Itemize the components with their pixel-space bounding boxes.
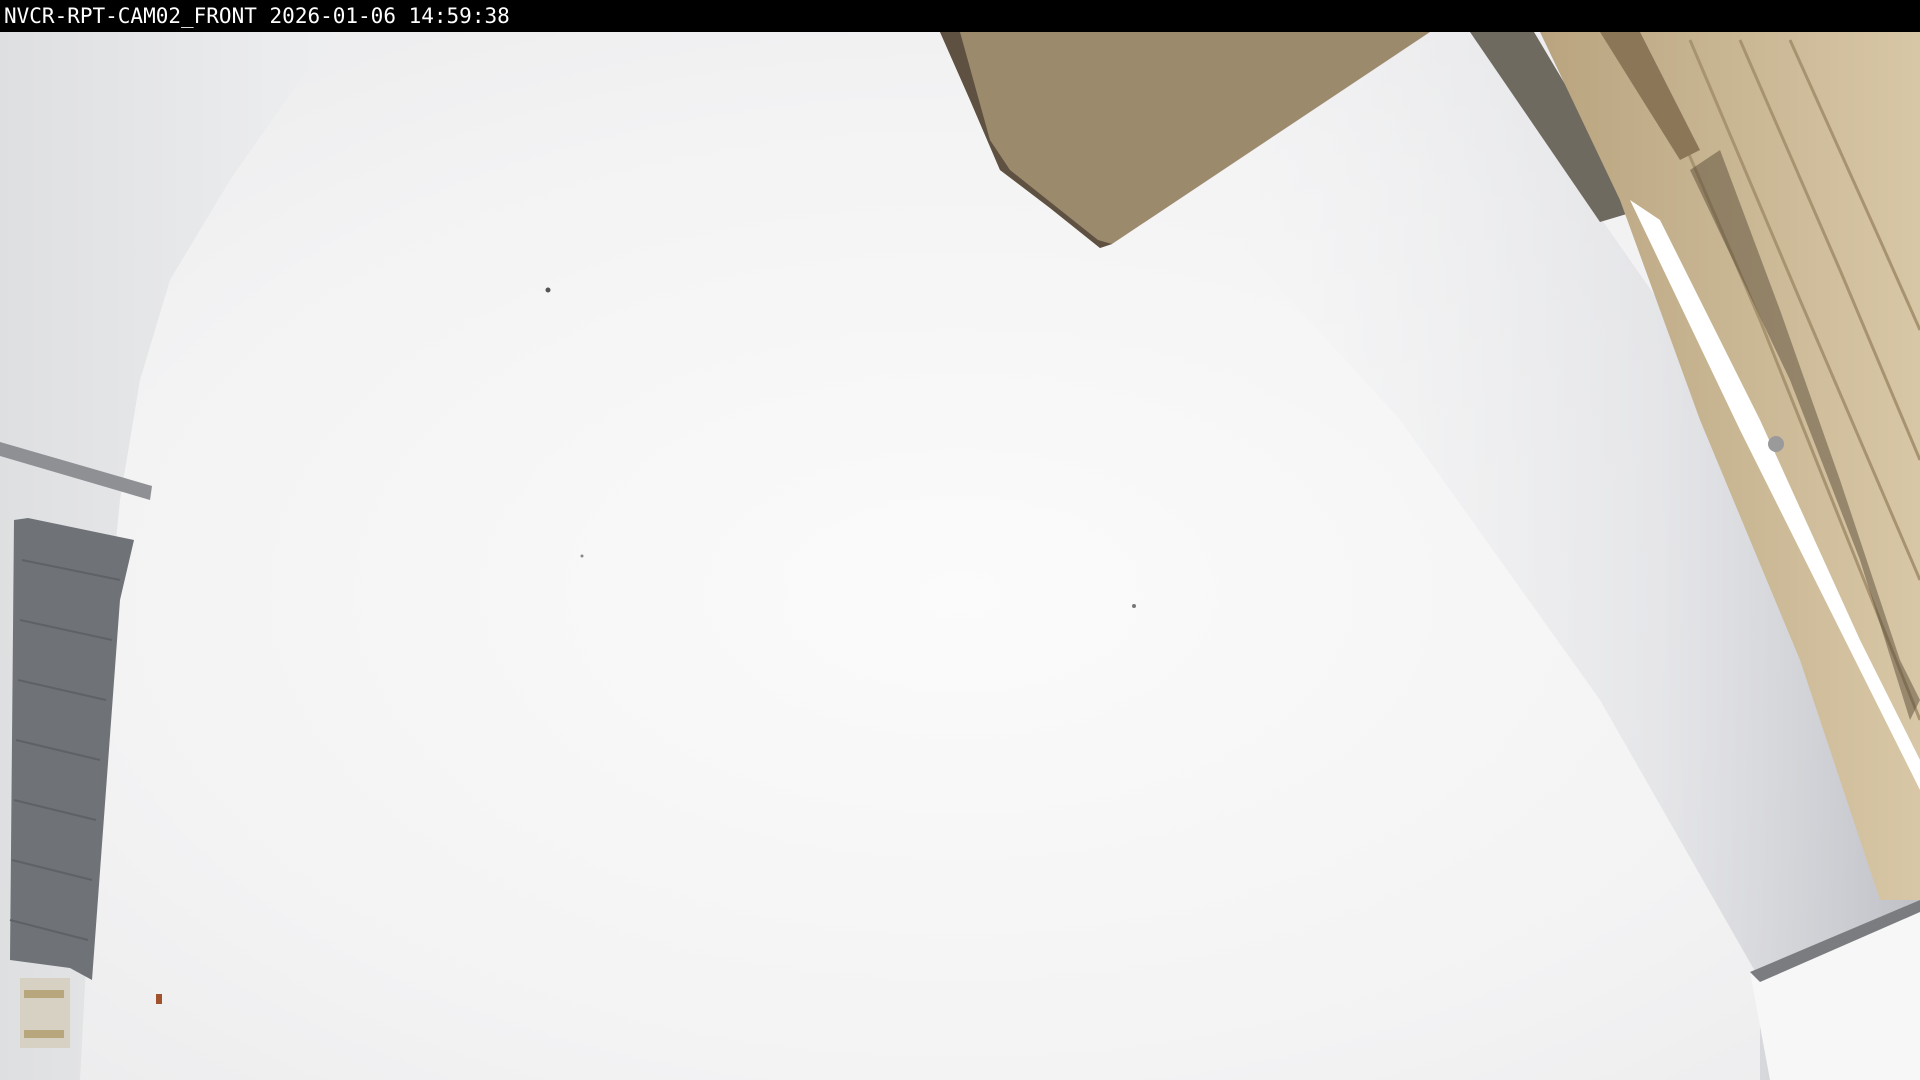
camera-feed-frame: NVCR-RPT-CAM02_FRONT 2026-01-06 14:59:38: [0, 0, 1920, 1080]
camera-osd-text: NVCR-RPT-CAM02_FRONT 2026-01-06 14:59:38: [4, 2, 510, 30]
camera-id-label: NVCR-RPT-CAM02_FRONT: [4, 4, 257, 28]
camera-osd-bar: NVCR-RPT-CAM02_FRONT 2026-01-06 14:59:38: [0, 0, 1920, 32]
camera-timestamp: 2026-01-06 14:59:38: [269, 4, 510, 28]
snow-scene-image: [0, 0, 1920, 1080]
